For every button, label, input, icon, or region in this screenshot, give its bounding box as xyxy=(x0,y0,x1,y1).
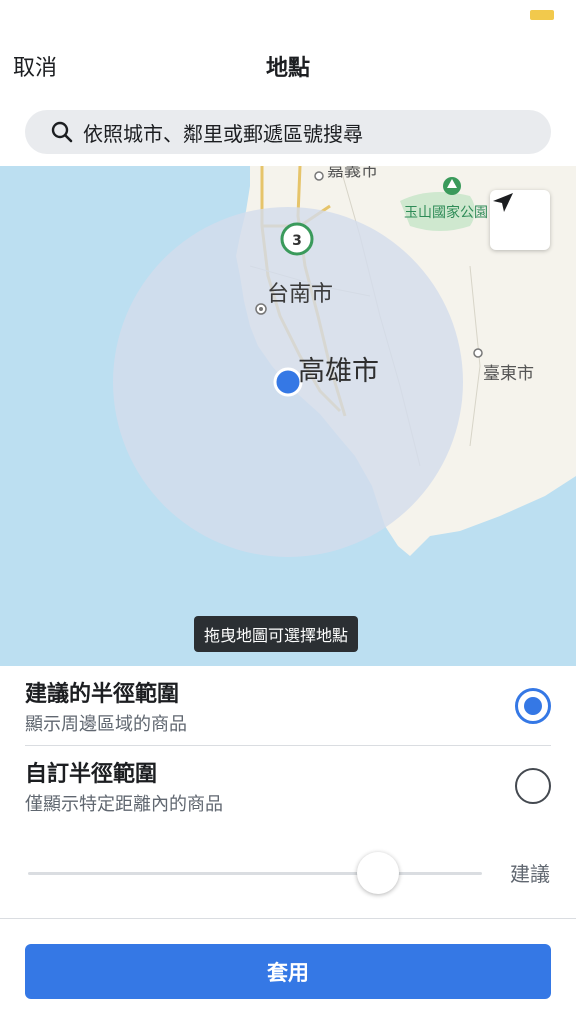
option-title: 建議的半徑範圍 xyxy=(25,682,180,707)
map-label-taitung: 臺東市 xyxy=(483,364,534,384)
slider-label: 建議 xyxy=(510,862,550,886)
search-icon xyxy=(51,121,73,143)
nav-bar: 取消 地點 xyxy=(0,0,576,100)
apply-button[interactable]: 套用 xyxy=(25,944,551,999)
locate-button[interactable] xyxy=(490,190,550,250)
cluster-count: 3 xyxy=(292,233,302,249)
drag-hint: 拖曳地圖可選擇地點 xyxy=(194,616,359,652)
search-input[interactable]: 依照城市、鄰里或郵遞區號搜尋 xyxy=(25,110,551,154)
radio-custom[interactable] xyxy=(515,768,551,804)
map-label-kaohsiung: 高雄市 xyxy=(298,356,379,387)
slider-thumb[interactable] xyxy=(356,852,399,894)
radius-slider[interactable]: 建議 xyxy=(0,840,576,910)
option-title: 自訂半徑範圍 xyxy=(25,762,158,787)
option-subtitle: 顯示周邊區域的商品 xyxy=(25,714,187,735)
radius-options: 建議的半徑範圍 顯示周邊區域的商品 自訂半徑範圍 僅顯示特定距離內的商品 xyxy=(0,666,576,826)
option-subtitle: 僅顯示特定距離內的商品 xyxy=(25,794,223,815)
map-label-tainan: 台南市 xyxy=(267,282,334,307)
radio-suggested-selected[interactable] xyxy=(515,688,551,724)
search-placeholder: 依照城市、鄰里或郵遞區號搜尋 xyxy=(83,121,363,146)
location-arrow-icon xyxy=(493,193,513,212)
map-label-chiayi: 嘉義市 xyxy=(327,166,378,181)
cluster-marker[interactable]: 3 xyxy=(280,222,314,256)
city-dot-tainan-center xyxy=(259,307,263,311)
page-title: 地點 xyxy=(265,56,310,81)
divider xyxy=(0,918,576,919)
city-dot-chiayi xyxy=(314,171,324,181)
option-suggested-radius[interactable]: 建議的半徑範圍 顯示周邊區域的商品 xyxy=(0,666,576,746)
slider-track[interactable] xyxy=(28,872,482,875)
map-label-park: 玉山國家公園 xyxy=(404,205,488,221)
map-view[interactable]: 3 嘉義市 玉山國家公園 台南市 高雄市 臺東市 拖曳地圖可選擇地點 xyxy=(0,166,576,666)
city-dot-taitung xyxy=(473,348,483,358)
option-custom-radius[interactable]: 自訂半徑範圍 僅顯示特定距離內的商品 xyxy=(0,746,576,826)
